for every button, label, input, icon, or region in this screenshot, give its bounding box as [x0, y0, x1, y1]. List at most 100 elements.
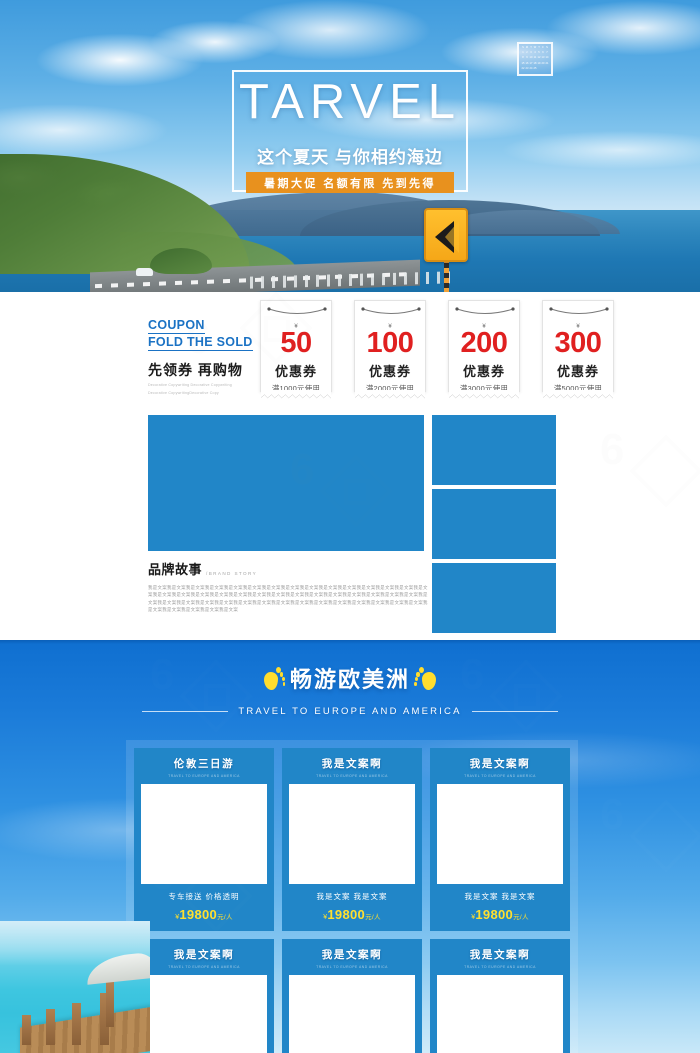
page-root: TARVEL 这个夏天 与你相约海边 暑期大促 名额有限 先到先得 SMTWTF…	[0, 0, 700, 1053]
coupon-en-line2: FOLD THE SOLD	[148, 335, 253, 351]
card-image-placeholder[interactable]	[437, 975, 563, 1053]
image-placeholder-right-3[interactable]	[432, 563, 556, 633]
card-subtitle: TRAVEL TO EUROPE AND AMERICA	[464, 774, 536, 778]
pier-post	[46, 1009, 55, 1045]
ticket-condition: 满1000元使用	[271, 384, 321, 393]
card-feature: 我是文案 我是文案	[316, 892, 388, 901]
showcase-subtitle: TRAVEL TO EUROPE AND AMERICA	[238, 706, 462, 717]
pier-photo	[0, 921, 150, 1053]
ticket-string-icon	[267, 307, 327, 314]
image-placeholder-right-2[interactable]	[432, 489, 556, 559]
card-price-unit: 元/人	[513, 914, 529, 921]
coupon-ticket-list: ¥50 优惠券 满1000元使用 ¥100 优惠券 满2000元使用 ¥200 优惠券 满300…	[260, 300, 614, 393]
card-subtitle: TRAVEL TO EUROPE AND AMERICA	[316, 774, 388, 778]
calendar-cell: 25	[533, 66, 537, 70]
hero-banner: TARVEL 这个夏天 与你相约海边 暑期大促 名额有限 先到先得 SMTWTF…	[0, 0, 700, 292]
product-card[interactable]: 我是文案啊 TRAVEL TO EUROPE AND AMERICA 我是文案 我是…	[430, 748, 570, 931]
card-price-amount: 19800	[327, 907, 366, 922]
coupon-chinese-heading: 先领券 再购物	[148, 362, 243, 378]
road-sign-face	[424, 208, 468, 262]
ticket-string-icon	[455, 307, 515, 314]
pier-post	[22, 1015, 31, 1045]
card-title: 伦敦三日游	[173, 758, 235, 770]
card-price-amount: 19800	[475, 907, 514, 922]
showcase-title: 畅游欧美洲	[289, 667, 410, 692]
subtitle-rule-left	[142, 711, 229, 712]
card-image-placeholder[interactable]	[289, 975, 415, 1053]
ticket-amount: 100	[366, 327, 414, 359]
hero-car	[136, 268, 153, 276]
coupon-ticket[interactable]: ¥50 优惠券 满1000元使用	[260, 300, 332, 393]
showcase-top-edge	[0, 640, 700, 644]
ticket-condition: 满5000元使用	[553, 384, 603, 393]
ticket-string-icon	[361, 307, 421, 314]
product-cards-panel: 伦敦三日游 TRAVEL TO EUROPE AND AMERICA 专车接送 价格…	[126, 740, 578, 1053]
ticket-label: 优惠券	[462, 364, 505, 379]
product-card[interactable]: 我是文案啊 TRAVEL TO EUROPE AND AMERICA 我是文案 我是…	[282, 748, 422, 931]
card-subtitle: TRAVEL TO EUROPE AND AMERICA	[168, 774, 240, 778]
coupon-ticket[interactable]: ¥300 优惠券 满5000元使用	[542, 300, 614, 393]
card-subtitle: TRAVEL TO EUROPE AND AMERICA	[464, 965, 536, 969]
brand-story-heading: 品牌故事 /BRAND STORY	[148, 559, 428, 578]
showcase-section: 畅游欧美洲 TRAVEL TO EUROPE AND AMERICA 伦敦三日游…	[0, 640, 700, 1053]
card-price: ¥19800元/人	[471, 906, 529, 924]
brand-story-title-en: /BRAND STORY	[206, 571, 258, 576]
ticket-amount: 50	[280, 327, 312, 359]
pier-hut-post	[106, 975, 114, 1027]
card-title: 我是文案啊	[469, 758, 531, 770]
product-card[interactable]: 我是文案啊 TRAVEL TO EUROPE AND AMERICA	[282, 939, 422, 1053]
card-title: 我是文案啊	[173, 949, 235, 961]
card-feature: 我是文案 我是文案	[464, 892, 536, 901]
hero-title: TARVEL	[238, 75, 462, 129]
product-card-grid: 伦敦三日游 TRAVEL TO EUROPE AND AMERICA 专车接送 价格…	[134, 748, 570, 1053]
ticket-condition: 满3000元使用	[459, 384, 509, 393]
brand-story-block: 品牌故事 /BRAND STORY 我是文案我是文案我是文案我是文案我是文案我是…	[148, 559, 428, 614]
card-price: ¥19800元/人	[175, 906, 233, 924]
calendar-stamp-icon: S M T W T F S 1 2 3 4 5 6 7 8 9 10 11 12 13 14 15 16 17 18 19 20 21…	[517, 42, 553, 76]
pier-hut-roof	[84, 951, 150, 985]
card-price-amount: 19800	[179, 907, 218, 922]
coupon-en-line1: COUPON	[148, 318, 205, 334]
hero-subtitle: 这个夏天 与你相约海边	[257, 148, 443, 167]
card-price-unit: 元/人	[217, 914, 233, 921]
coupon-english-heading: COUPON FOLD THE SOLD	[148, 317, 253, 351]
ticket-string-icon	[549, 307, 609, 314]
showcase-title-row: 畅游欧美洲	[0, 662, 700, 696]
card-title: 我是文案啊	[469, 949, 531, 961]
calendar-grid: S M T W T F S 1 2 3 4 5 6 7 8 9 10 11 12 13 14 15 16 17 18 19 20 21…	[521, 46, 549, 72]
card-price: ¥19800元/人	[323, 906, 381, 924]
coupon-ticket[interactable]: ¥100 优惠券 满2000元使用	[354, 300, 426, 393]
ticket-label: 优惠券	[556, 364, 599, 379]
ticket-label: 优惠券	[368, 364, 411, 379]
road-sign-pole	[444, 258, 449, 292]
chevron-arrow-highlight-icon	[445, 221, 459, 253]
pier-deck	[20, 1002, 150, 1053]
coupon-decorative-line2: Decorative CopywritingDecorative Copy	[148, 391, 219, 396]
image-grid-section: 品牌故事 /BRAND STORY 我是文案我是文案我是文案我是文案我是文案我是…	[0, 415, 700, 640]
coupon-ticket[interactable]: ¥200 优惠券 满3000元使用	[448, 300, 520, 393]
card-image-placeholder[interactable]	[141, 784, 267, 884]
card-image-placeholder[interactable]	[289, 784, 415, 884]
product-card[interactable]: 我是文案啊 TRAVEL TO EUROPE AND AMERICA	[134, 939, 274, 1053]
card-image-placeholder[interactable]	[141, 975, 267, 1053]
card-price-unit: 元/人	[365, 914, 381, 921]
ticket-amount: 300	[554, 327, 602, 359]
card-image-placeholder[interactable]	[437, 784, 563, 884]
ticket-condition: 满2000元使用	[365, 384, 415, 393]
card-subtitle: TRAVEL TO EUROPE AND AMERICA	[168, 965, 240, 969]
product-card[interactable]: 我是文案啊 TRAVEL TO EUROPE AND AMERICA	[430, 939, 570, 1053]
product-card[interactable]: 伦敦三日游 TRAVEL TO EUROPE AND AMERICA 专车接送 价格…	[134, 748, 274, 931]
card-subtitle: TRAVEL TO EUROPE AND AMERICA	[316, 965, 388, 969]
brand-story-body: 我是文案我是文案我是文案我是文案我是文案我是文案我是文案我是文案我是文案我是文案…	[148, 585, 428, 613]
subtitle-rule-right	[471, 711, 558, 712]
ticket-amount: 200	[460, 327, 508, 359]
pier-post	[72, 1003, 81, 1045]
image-placeholder-right-1[interactable]	[432, 415, 556, 485]
footprint-icon-right	[414, 665, 438, 691]
showcase-subtitle-row: TRAVEL TO EUROPE AND AMERICA	[0, 706, 700, 717]
card-feature: 专车接送 价格透明	[168, 892, 240, 901]
coupon-heading-block: COUPON FOLD THE SOLD 先领券 再购物 Decorative …	[148, 317, 253, 396]
hero-promo-badge: 暑期大促 名额有限 先到先得	[246, 172, 454, 193]
image-placeholder-main[interactable]	[148, 415, 424, 551]
ticket-label: 优惠券	[274, 364, 317, 379]
